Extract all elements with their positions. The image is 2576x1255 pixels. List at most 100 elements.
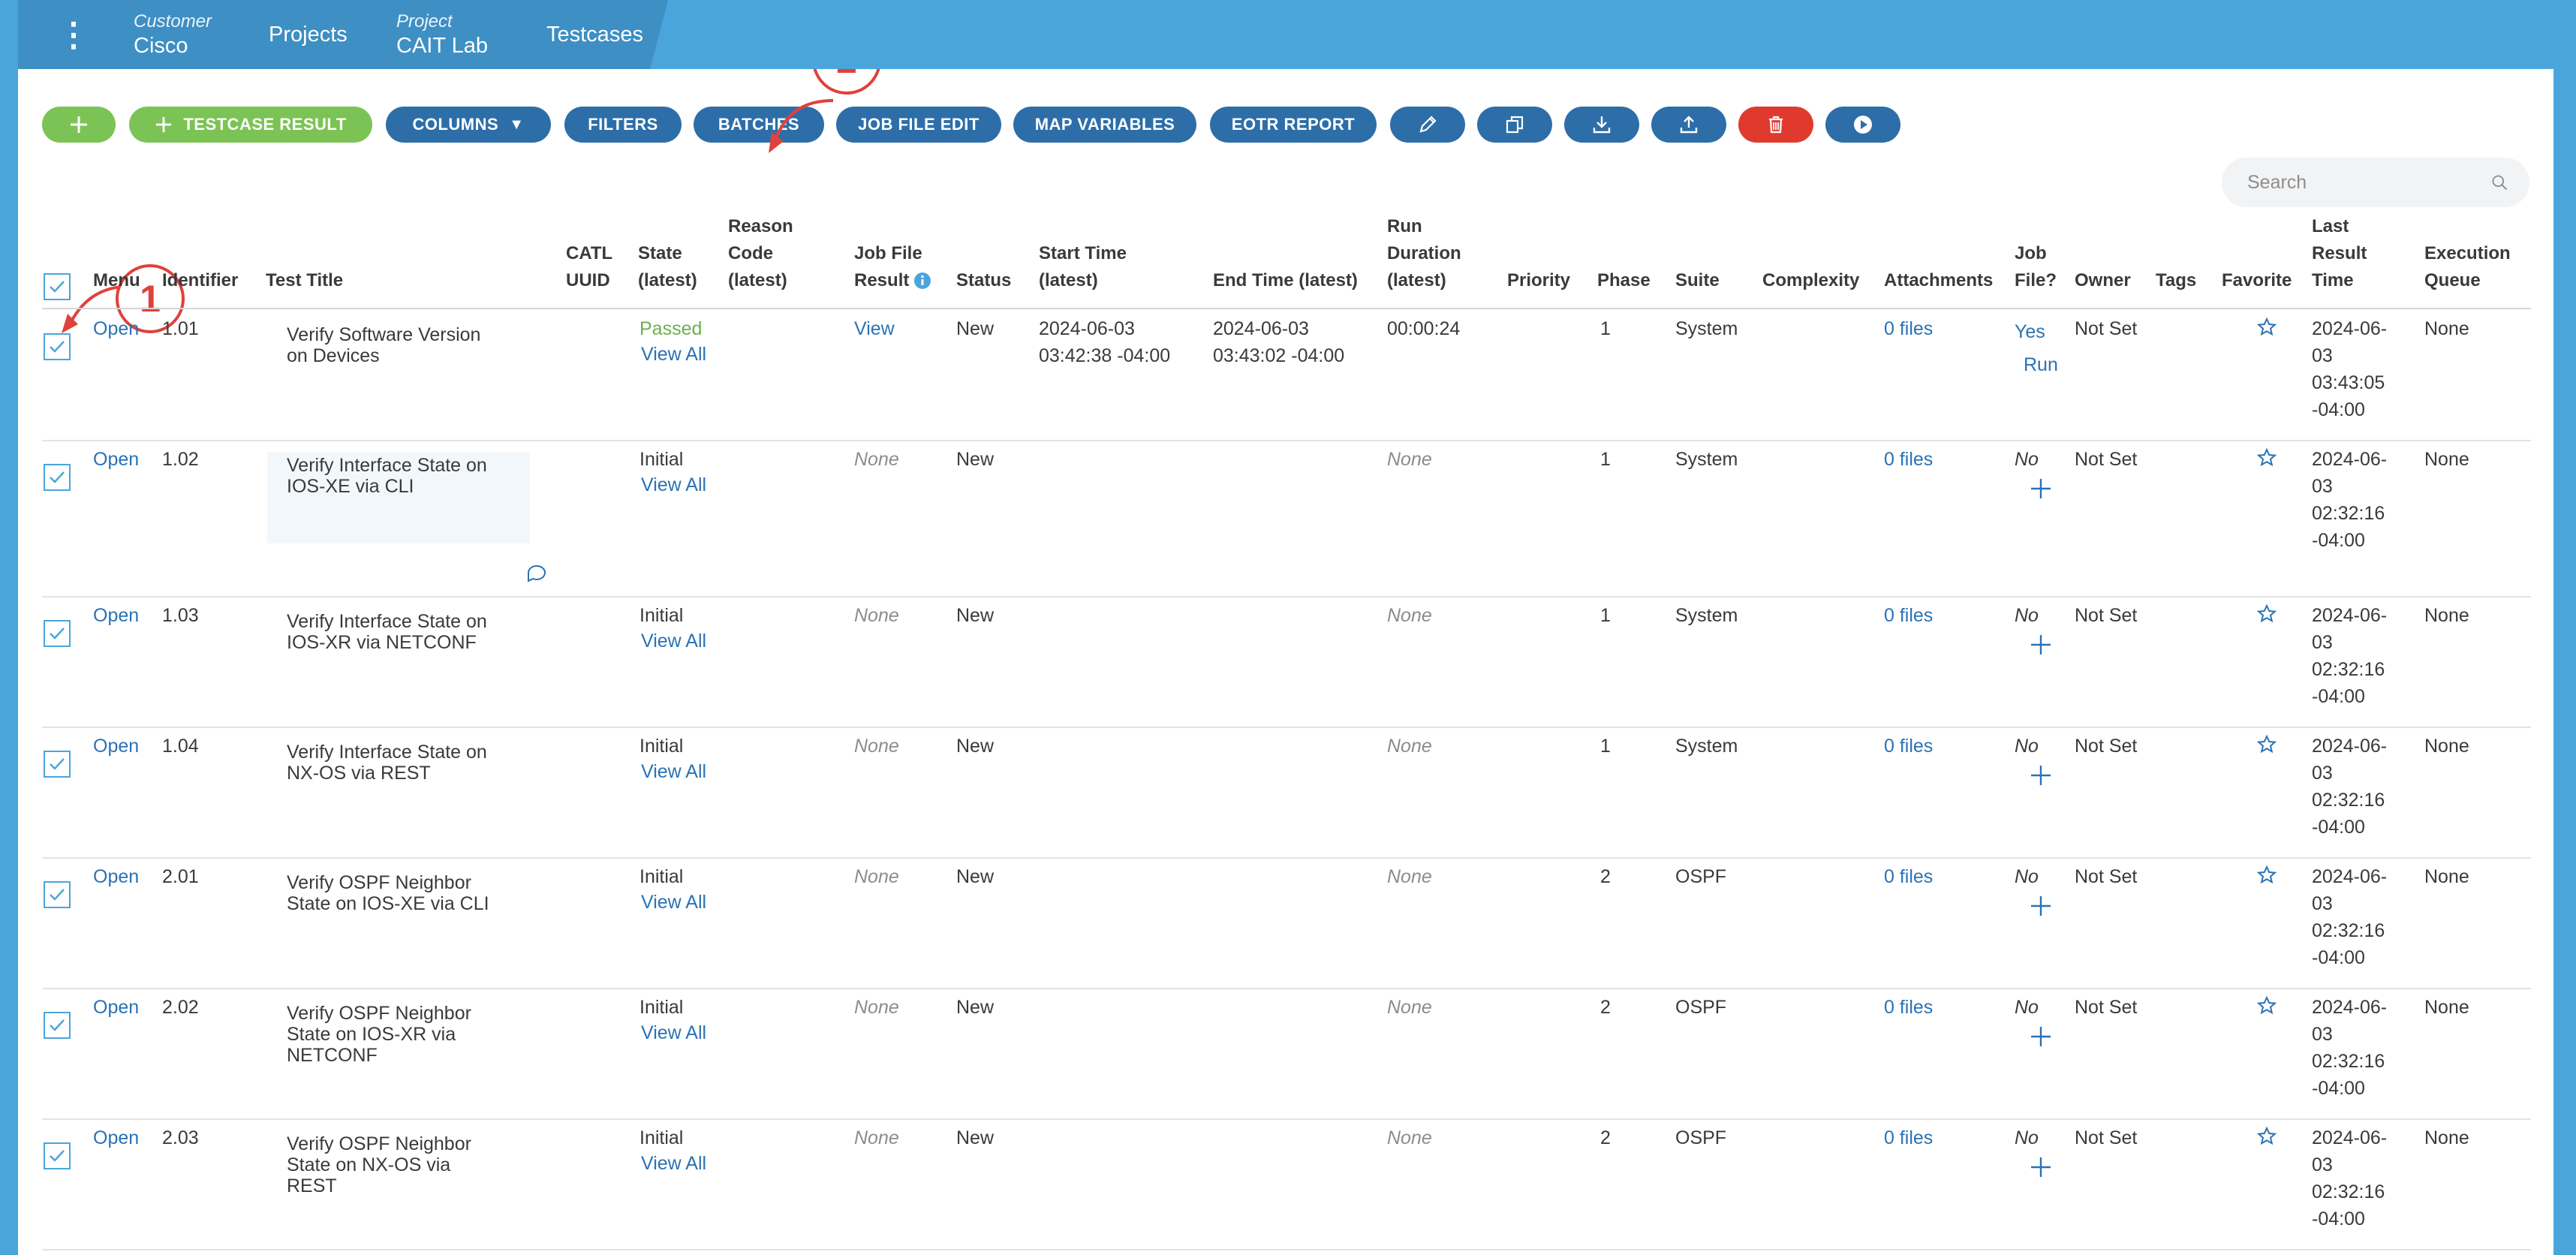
search-icon[interactable] [2490,172,2508,193]
col-last-result-time[interactable]: Last Result Time [2312,213,2367,294]
test-title[interactable]: Verify Interface State on IOS-XE via CLI [287,455,512,497]
attachments-link[interactable]: 0 files [1884,446,1933,473]
add-job-file-icon[interactable] [2030,1025,2052,1048]
favorite-star-icon[interactable] [2256,1126,2277,1147]
col-run-duration[interactable]: Run Duration (latest) [1387,213,1461,294]
test-title[interactable]: Verify Interface State on IOS-XR via NETC… [287,611,512,653]
add-job-file-icon[interactable] [2030,764,2052,787]
eotr-report-button[interactable]: EOTR REPORT [1210,107,1377,143]
download-button[interactable] [1564,107,1639,143]
open-link[interactable]: Open [93,315,139,342]
row-checkbox[interactable] [44,620,71,647]
row-checkbox[interactable] [44,333,71,360]
open-link[interactable]: Open [93,602,139,629]
add-job-file-icon[interactable] [2030,1156,2052,1178]
view-all-link[interactable]: View All [641,628,706,655]
filters-button[interactable]: FILTERS [564,107,682,143]
col-execution-queue[interactable]: Execution Queue [2424,240,2511,294]
test-title[interactable]: Verify OSPF Neighbor State on NX-OS via RE… [287,1133,512,1196]
breadcrumb-projects[interactable]: Projects [225,0,375,69]
col-attachments[interactable]: Attachments [1884,267,1993,294]
view-all-link[interactable]: View All [641,1019,706,1046]
last-result-line: 03 [2312,476,2333,497]
breadcrumb-testcases[interactable]: Testcases [503,0,668,69]
search-input[interactable] [2246,170,2490,194]
view-all-link[interactable]: View All [641,1150,706,1177]
breadcrumb-project[interactable]: Project CAIT Lab [353,0,525,69]
col-phase[interactable]: Phase [1597,267,1651,294]
test-title[interactable]: Verify Software Version on Devices [287,324,512,366]
open-link[interactable]: Open [93,446,139,473]
col-menu[interactable]: Menu [93,267,140,294]
col-favorite[interactable]: Favorite [2222,267,2292,294]
testcase-result-button[interactable]: TESTCASE RESULT [129,107,372,143]
col-test-title[interactable]: Test Title [266,267,343,294]
comment-icon[interactable] [525,561,548,584]
favorite-star-icon[interactable] [2256,995,2277,1016]
columns-button[interactable]: COLUMNS ▼ [386,107,551,143]
col-identifier[interactable]: Identifier [162,267,238,294]
select-all-checkbox[interactable] [44,273,71,300]
test-title[interactable]: Verify OSPF Neighbor State on IOS-XR via N… [287,1003,512,1066]
job-file-run-link[interactable]: Run [2024,351,2058,378]
breadcrumb-customer[interactable]: Customer Cisco [90,0,248,69]
upload-button[interactable] [1651,107,1726,143]
favorite-star-icon[interactable] [2256,734,2277,755]
row-checkbox[interactable] [44,881,71,908]
add-job-file-icon[interactable] [2030,895,2052,917]
favorite-star-icon[interactable] [2256,865,2277,886]
col-jobresult-line2-text: Result [854,270,910,290]
col-job-file-result[interactable]: Job File Result [854,240,931,294]
col-suite[interactable]: Suite [1675,267,1720,294]
open-link[interactable]: Open [93,733,139,760]
attachments-link[interactable]: 0 files [1884,1124,1933,1151]
attachments-link[interactable]: 0 files [1884,994,1933,1021]
col-job-file[interactable]: Job File? [2015,240,2057,294]
info-icon[interactable] [913,272,931,290]
col-status[interactable]: Status [956,267,1011,294]
row-checkbox[interactable] [44,1012,71,1039]
add-job-file-icon[interactable] [2030,634,2052,656]
job-file-yes-link[interactable]: Yes [2015,318,2045,345]
col-priority[interactable]: Priority [1507,267,1570,294]
test-title[interactable]: Verify OSPF Neighbor State on IOS-XE via … [287,872,512,914]
attachments-link[interactable]: 0 files [1884,602,1933,629]
view-all-link[interactable]: View All [641,889,706,916]
col-end-time[interactable]: End Time (latest) [1213,267,1358,294]
edit-button[interactable] [1390,107,1465,143]
col-owner[interactable]: Owner [2075,267,2131,294]
col-complexity[interactable]: Complexity [1762,267,1859,294]
row-checkbox[interactable] [44,1142,71,1169]
view-all-link[interactable]: View All [641,341,706,368]
favorite-star-icon[interactable] [2256,447,2277,468]
col-start-time[interactable]: Start Time (latest) [1039,240,1127,294]
job-file-result[interactable]: View [854,315,895,342]
copy-button[interactable] [1477,107,1552,143]
view-all-link[interactable]: View All [641,758,706,785]
identifier: 1.03 [162,605,199,626]
row-checkbox[interactable] [44,751,71,778]
job-file-value: No [2015,605,2039,626]
last-result-line: 2024-06- [2312,866,2388,887]
open-link[interactable]: Open [93,863,139,890]
favorite-star-icon[interactable] [2256,603,2277,624]
job-file-edit-button[interactable]: JOB FILE EDIT [836,107,1001,143]
view-all-link[interactable]: View All [641,471,706,498]
attachments-link[interactable]: 0 files [1884,315,1933,342]
attachments-link[interactable]: 0 files [1884,863,1933,890]
col-catl-uuid[interactable]: CATL UUID [566,240,612,294]
open-link[interactable]: Open [93,1124,139,1151]
map-variables-button[interactable]: MAP VARIABLES [1013,107,1196,143]
col-state[interactable]: State (latest) [638,240,697,294]
add-job-file-icon[interactable] [2030,477,2052,500]
favorite-star-icon[interactable] [2256,317,2277,338]
test-title[interactable]: Verify Interface State on NX-OS via REST [287,742,512,784]
col-reason-code[interactable]: Reason Code (latest) [728,213,793,294]
run-button[interactable] [1825,107,1900,143]
delete-button[interactable] [1738,107,1813,143]
col-tags[interactable]: Tags [2156,267,2196,294]
open-link[interactable]: Open [93,994,139,1021]
row-checkbox[interactable] [44,464,71,491]
add-testcase-button[interactable] [42,107,116,143]
attachments-link[interactable]: 0 files [1884,733,1933,760]
